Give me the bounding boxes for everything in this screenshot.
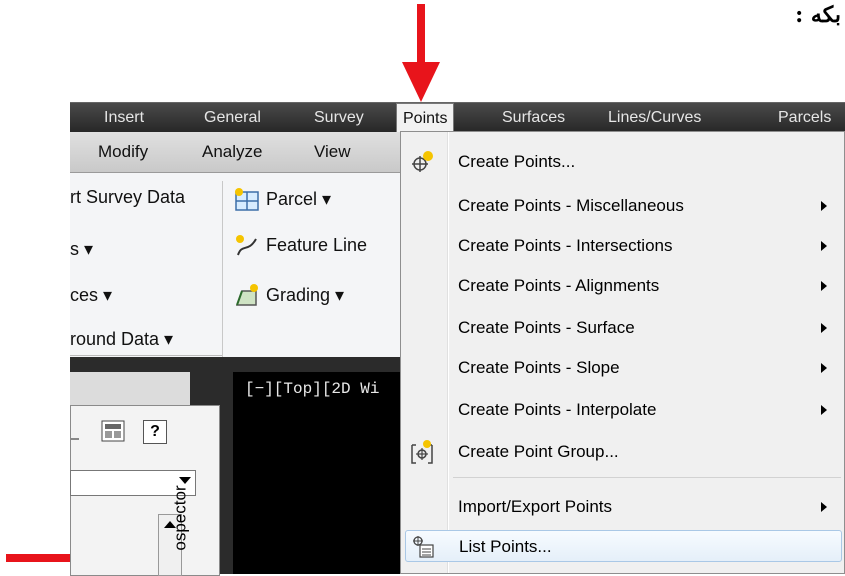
menu-item-create-points-miscellaneous[interactable]: Create Points - Miscellaneous: [401, 190, 845, 222]
drawing-viewport[interactable]: [−][Top][2D Wi: [233, 372, 400, 574]
menu-lines-curves[interactable]: Lines/Curves: [608, 103, 701, 133]
menu-general[interactable]: General: [204, 103, 261, 133]
menu-item-label: Create Points - Intersections: [458, 236, 673, 255]
parcel-button[interactable]: Parcel ▾: [266, 189, 331, 210]
menu-item-label: Create Points - Slope: [458, 358, 620, 377]
menu-item-label: Create Points - Alignments: [458, 276, 660, 295]
page-caption: بكه :: [795, 2, 841, 28]
feature-line-button[interactable]: Feature Line: [266, 235, 367, 256]
menu-item-label: Create Points...: [458, 152, 576, 171]
menu-item-create-points-alignments[interactable]: Create Points - Alignments: [401, 270, 845, 302]
menu-insert[interactable]: Insert: [104, 103, 144, 133]
feature-line-icon: [236, 235, 257, 256]
menu-item-create-points-surface[interactable]: Create Points - Surface: [401, 312, 845, 344]
tab-analyze[interactable]: Analyze: [202, 132, 262, 172]
menu-item-label: List Points...: [459, 537, 552, 556]
create-points-icon: [412, 151, 433, 172]
down-arrow-annotation: [402, 4, 440, 102]
menu-item-create-points-slope[interactable]: Create Points - Slope: [401, 352, 845, 384]
submenu-arrow-icon: [821, 323, 827, 333]
menu-item-create-points[interactable]: Create Points...: [401, 146, 845, 178]
submenu-arrow-icon: [821, 201, 827, 211]
palette-view-icon[interactable]: [101, 420, 125, 442]
menubar: Insert General Survey Points Surfaces Li…: [70, 102, 845, 134]
menu-item-import-export-points[interactable]: Import/Export Points: [401, 491, 845, 523]
menu-item-label: Create Points - Interpolate: [458, 400, 657, 419]
palette-divider: [71, 438, 79, 440]
menu-item-label: Import/Export Points: [458, 497, 613, 516]
submenu-arrow-icon: [821, 502, 827, 512]
menu-survey[interactable]: Survey: [314, 103, 364, 133]
menu-surfaces[interactable]: Surfaces: [502, 103, 565, 133]
ground-data-button[interactable]: round Data ▾: [70, 329, 173, 350]
ribbon-bottom-separator: [70, 355, 222, 356]
grading-button[interactable]: Grading ▾: [266, 285, 344, 306]
submenu-arrow-icon: [821, 281, 827, 291]
points-dropdown-menu: Create Points... Create Points - Miscell…: [400, 131, 845, 574]
menu-item-label: Create Points - Miscellaneous: [458, 196, 684, 215]
menu-parcels[interactable]: Parcels: [778, 103, 831, 133]
import-survey-data-button[interactable]: rt Survey Data: [70, 187, 185, 208]
menu-item-label: Create Point Group...: [458, 442, 619, 461]
menu-item-create-points-intersections[interactable]: Create Points - Intersections: [401, 230, 845, 262]
prospector-tab-label: ospector: [170, 485, 190, 551]
submenu-arrow-icon: [821, 405, 827, 415]
chevron-down-icon: [179, 477, 191, 484]
submenu-arrow-icon: [821, 363, 827, 373]
grading-icon: [235, 284, 258, 306]
submenu-arrow-icon: [821, 241, 827, 251]
menu-points[interactable]: Points: [396, 103, 455, 134]
menu-item-list-points[interactable]: List Points...: [405, 530, 842, 562]
menu-item-label: Create Points - Surface: [458, 318, 635, 337]
ribbon-tab-bar: Modify Analyze View: [70, 132, 400, 173]
point-group-icon: [411, 440, 433, 464]
menu-item-create-points-interpolate[interactable]: Create Points - Interpolate: [401, 394, 845, 426]
parcel-icon: [235, 188, 259, 211]
prospector-side-tab[interactable]: ospector: [171, 438, 218, 574]
ribbon-separator: [222, 181, 223, 357]
help-button[interactable]: ?: [143, 420, 167, 444]
list-points-icon: [413, 536, 434, 558]
ribbon-left-dropdown-2[interactable]: ces ▾: [70, 285, 112, 306]
menu-item-create-point-group[interactable]: Create Point Group...: [401, 436, 845, 468]
tab-view[interactable]: View: [314, 132, 351, 172]
ribbon-panel: rt Survey Data s ▾ ces ▾ round Data ▾ Pa…: [70, 173, 400, 357]
viewport-controls-label[interactable]: [−][Top][2D Wi: [245, 380, 379, 398]
tab-modify[interactable]: Modify: [98, 132, 148, 172]
menu-separator: [453, 477, 841, 478]
ribbon-left-dropdown-1[interactable]: s ▾: [70, 239, 93, 260]
